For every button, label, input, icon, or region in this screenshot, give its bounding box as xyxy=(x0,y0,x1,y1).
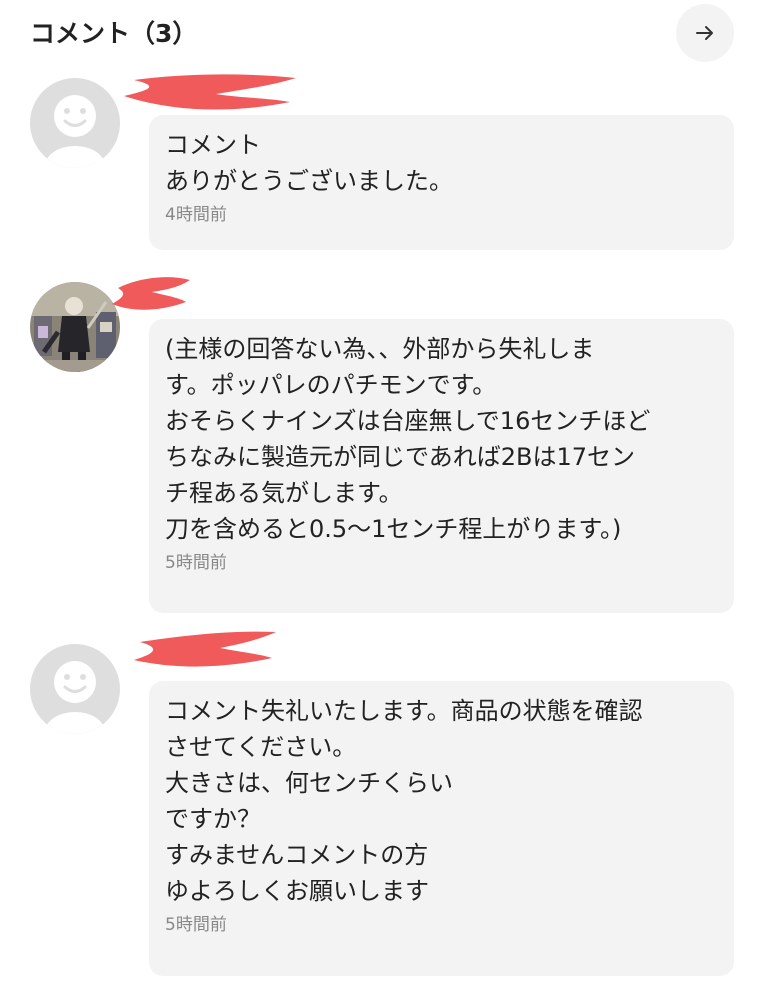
user-avatar[interactable] xyxy=(30,78,120,168)
comment-bubble: (主様の回答ない為、、外部から失礼しま す。ポッパレのパチモンです。 おそらくナ… xyxy=(149,319,734,613)
photo-avatar xyxy=(30,282,120,372)
comments-title: コメント（3） xyxy=(30,19,198,48)
user-avatar[interactable] xyxy=(30,282,120,372)
comment-text: コメント ありがとうございました。 xyxy=(165,131,453,195)
redacted-username xyxy=(134,631,276,667)
user-avatar[interactable] xyxy=(30,644,120,734)
redacted-username xyxy=(112,277,190,310)
comment-bubble: コメント ありがとうございました。 4時間前 xyxy=(149,115,734,250)
comment-timestamp: 4時間前 xyxy=(165,205,227,225)
comment-timestamp: 5時間前 xyxy=(165,553,227,573)
comment-timestamp: 5時間前 xyxy=(165,915,227,935)
comment-bubble: コメント失礼いたします。商品の状態を確認 させてください。 大きさは、何センチく… xyxy=(149,681,734,976)
next-button[interactable] xyxy=(676,4,734,62)
arrow-right-icon xyxy=(696,26,713,40)
comment-text: コメント失礼いたします。商品の状態を確認 させてください。 大きさは、何センチく… xyxy=(165,697,643,905)
redacted-username xyxy=(124,74,296,110)
comments-header: コメント（3） xyxy=(0,0,764,64)
default-avatar-icon xyxy=(30,78,120,168)
default-avatar-icon xyxy=(30,644,120,734)
comment-text: (主様の回答ない為、、外部から失礼しま す。ポッパレのパチモンです。 おそらくナ… xyxy=(165,335,651,543)
